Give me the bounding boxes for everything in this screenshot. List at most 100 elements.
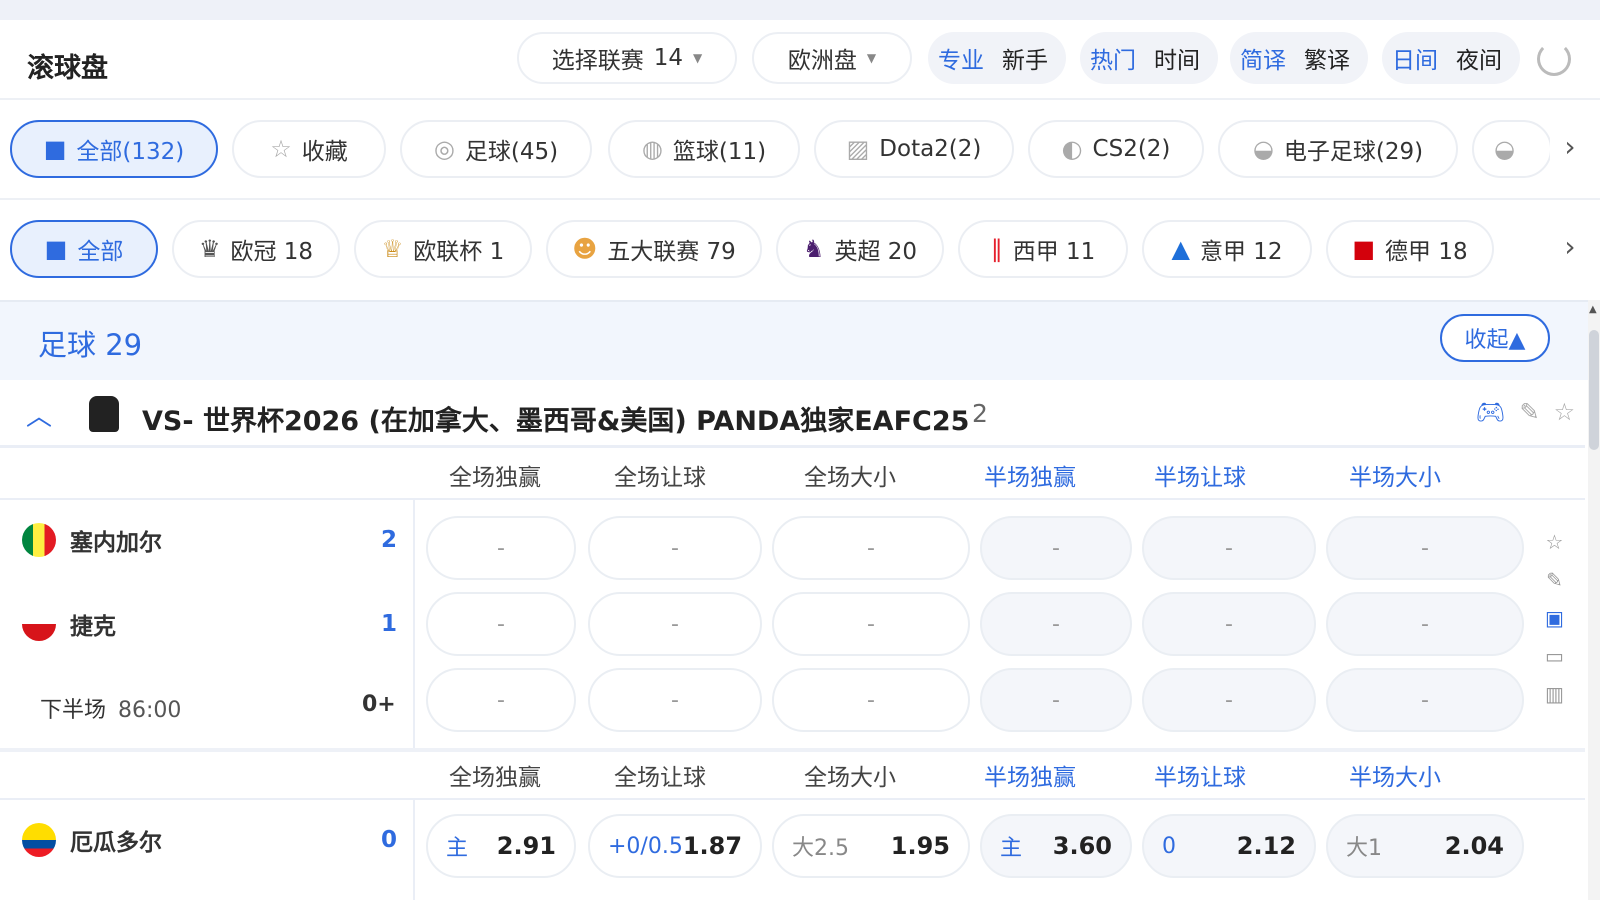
toggle-pro[interactable]: 专业 <box>938 41 984 75</box>
mode-toggle[interactable]: 专业 新手 <box>928 32 1066 84</box>
sort-toggle[interactable]: 热门 时间 <box>1080 32 1218 84</box>
toggle-novice[interactable]: 新手 <box>1002 41 1048 75</box>
odds-cell[interactable]: - <box>1142 668 1316 732</box>
league-chip-bundesliga[interactable]: ■ 德甲 18 <box>1326 220 1494 278</box>
pin-icon[interactable]: ✎ <box>1519 398 1539 426</box>
odds-cell[interactable]: - <box>588 592 762 656</box>
odds-cell[interactable]: 0 2.12 <box>1142 814 1316 878</box>
odds-cell[interactable]: - <box>772 516 970 580</box>
sport-chip-soccer[interactable]: ◎ 足球(45) <box>400 120 592 178</box>
odds-cell[interactable]: - <box>1326 592 1524 656</box>
odds-cell[interactable]: - <box>1326 516 1524 580</box>
stats-icon[interactable]: ▥ <box>1545 682 1564 706</box>
odds-cell[interactable]: 主 3.60 <box>980 814 1132 878</box>
odds-cell[interactable]: 大1 2.04 <box>1326 814 1524 878</box>
odds-value: 1.87 <box>682 832 743 860</box>
more-markets-button[interactable]: 0+ <box>362 692 396 717</box>
match-clock: 下半场 86:00 <box>40 692 181 724</box>
odds-cell[interactable]: - <box>588 668 762 732</box>
esoccer-icon: ◒ <box>1252 135 1274 163</box>
odds-type-select[interactable]: 欧洲盘 ▼ <box>752 32 912 84</box>
pin-icon[interactable]: ✎ <box>1546 568 1563 592</box>
sport-chip-more[interactable]: ◒ <box>1472 120 1552 178</box>
league-chip-label: 欧联杯 1 <box>413 239 505 265</box>
odds-cell[interactable]: +0/0.5 1.87 <box>588 814 762 878</box>
odds-cell[interactable]: - <box>426 592 576 656</box>
sport-chip-label: Dota2(2) <box>879 136 982 162</box>
collapse-button[interactable]: 收起▲ <box>1440 314 1550 362</box>
odds-cell[interactable]: - <box>980 592 1132 656</box>
chevron-right-icon[interactable]: › <box>1550 230 1590 263</box>
theme-toggle[interactable]: 日间 夜间 <box>1382 32 1520 84</box>
league-chip-epl[interactable]: ♞ 英超 20 <box>776 220 944 278</box>
odds-cell[interactable]: - <box>426 516 576 580</box>
live-icon[interactable]: ▭ <box>1545 644 1564 668</box>
sport-chip-label: 篮球(11) <box>672 139 767 165</box>
star-icon[interactable]: ☆ <box>1554 398 1576 426</box>
toggle-traditional[interactable]: 繁译 <box>1304 41 1350 75</box>
league-chip-ucl[interactable]: ♛ 欧冠 18 <box>172 220 340 278</box>
league-chip-seriea[interactable]: ▲ 意甲 12 <box>1142 220 1312 278</box>
league-chip-laliga[interactable]: ∥ 西甲 11 <box>958 220 1128 278</box>
sport-chip-all[interactable]: ■ 全部(132) <box>10 120 218 178</box>
odds-cell[interactable]: - <box>426 668 576 732</box>
odds-empty: - <box>1052 687 1060 713</box>
match-time: 86:00 <box>118 698 182 723</box>
team-home[interactable]: 厄瓜多尔 0 <box>22 820 397 860</box>
league-chip-all[interactable]: ■ 全部 <box>10 220 158 278</box>
refresh-icon[interactable] <box>1537 42 1571 76</box>
bundesliga-icon: ■ <box>1352 235 1376 263</box>
match-side-actions: ☆ ✎ ▣ ▭ ▥ <box>1545 530 1564 706</box>
scrollbar-thumb[interactable] <box>1589 330 1599 450</box>
star-icon[interactable]: ☆ <box>1545 530 1563 554</box>
sport-chip-favorites[interactable]: ☆ 收藏 <box>232 120 386 178</box>
odds-cell[interactable]: - <box>1142 592 1316 656</box>
toggle-time[interactable]: 时间 <box>1154 41 1200 75</box>
league-header[interactable]: ︿ VS- 世界杯2026 (在加拿大、墨西哥&美国) PANDA独家EAFC2… <box>0 382 1585 448</box>
team-name: 捷克 <box>70 614 116 640</box>
grid-icon: ■ <box>44 235 68 263</box>
odds-cell[interactable]: - <box>772 592 970 656</box>
divider <box>0 748 1585 752</box>
toggle-hot[interactable]: 热门 <box>1090 41 1136 75</box>
sport-chip-label: 收藏 <box>301 139 348 165</box>
match-period: 下半场 <box>40 698 107 723</box>
odds-empty: - <box>1225 687 1233 713</box>
scroll-up-icon[interactable]: ▲ <box>1589 304 1597 315</box>
odds-cell[interactable]: - <box>980 668 1132 732</box>
team-home[interactable]: 塞内加尔 2 <box>22 520 397 560</box>
odds-label: 主 <box>1000 836 1023 861</box>
sport-chip-basketball[interactable]: ◍ 篮球(11) <box>608 120 800 178</box>
odds-cell[interactable]: 主 2.91 <box>426 814 576 878</box>
sport-chip-dota2[interactable]: ▨ Dota2(2) <box>814 120 1014 178</box>
odds-empty: - <box>1225 611 1233 637</box>
stream-icon[interactable]: ▣ <box>1545 606 1564 630</box>
language-toggle[interactable]: 简译 繁译 <box>1230 32 1368 84</box>
sport-chip-cs2[interactable]: ◐ CS2(2) <box>1028 120 1204 178</box>
league-chip-top5[interactable]: ☻ 五大联赛 79 <box>546 220 762 278</box>
league-filter-bar: ■ 全部 ♛ 欧冠 18 ♕ 欧联杯 1 ☻ 五大联赛 79 ♞ 英超 20 ∥… <box>0 200 1600 300</box>
league-select-label: 选择联赛 <box>551 48 644 74</box>
toggle-simplified[interactable]: 简译 <box>1240 41 1286 75</box>
odds-cell[interactable]: - <box>588 516 762 580</box>
league-chip-uel[interactable]: ♕ 欧联杯 1 <box>354 220 532 278</box>
chevron-up-icon[interactable]: ︿ <box>26 396 52 433</box>
odds-label: 大2.5 <box>792 836 849 861</box>
league-chip-label: 全部 <box>77 239 124 265</box>
sport-chip-esoccer[interactable]: ◒ 电子足球(29) <box>1218 120 1458 178</box>
toggle-day[interactable]: 日间 <box>1392 41 1438 75</box>
odds-cell[interactable]: - <box>980 516 1132 580</box>
odds-cell[interactable]: - <box>1142 516 1316 580</box>
gamepad-icon[interactable]: 🎮︎ <box>1475 398 1505 426</box>
team-away[interactable]: 捷克 1 <box>22 604 397 644</box>
league-select[interactable]: 选择联赛 14 ▼ <box>517 32 737 84</box>
league-chip-label: 英超 20 <box>834 239 918 265</box>
odds-cell[interactable]: - <box>1326 668 1524 732</box>
chevron-right-icon[interactable]: › <box>1550 130 1590 163</box>
basketball-icon: ◍ <box>641 135 663 163</box>
odds-cell[interactable]: - <box>772 668 970 732</box>
odds-empty: - <box>1225 535 1233 561</box>
toggle-night[interactable]: 夜间 <box>1456 41 1502 75</box>
uel-icon: ♕ <box>381 235 404 263</box>
odds-cell[interactable]: 大2.5 1.95 <box>772 814 970 878</box>
